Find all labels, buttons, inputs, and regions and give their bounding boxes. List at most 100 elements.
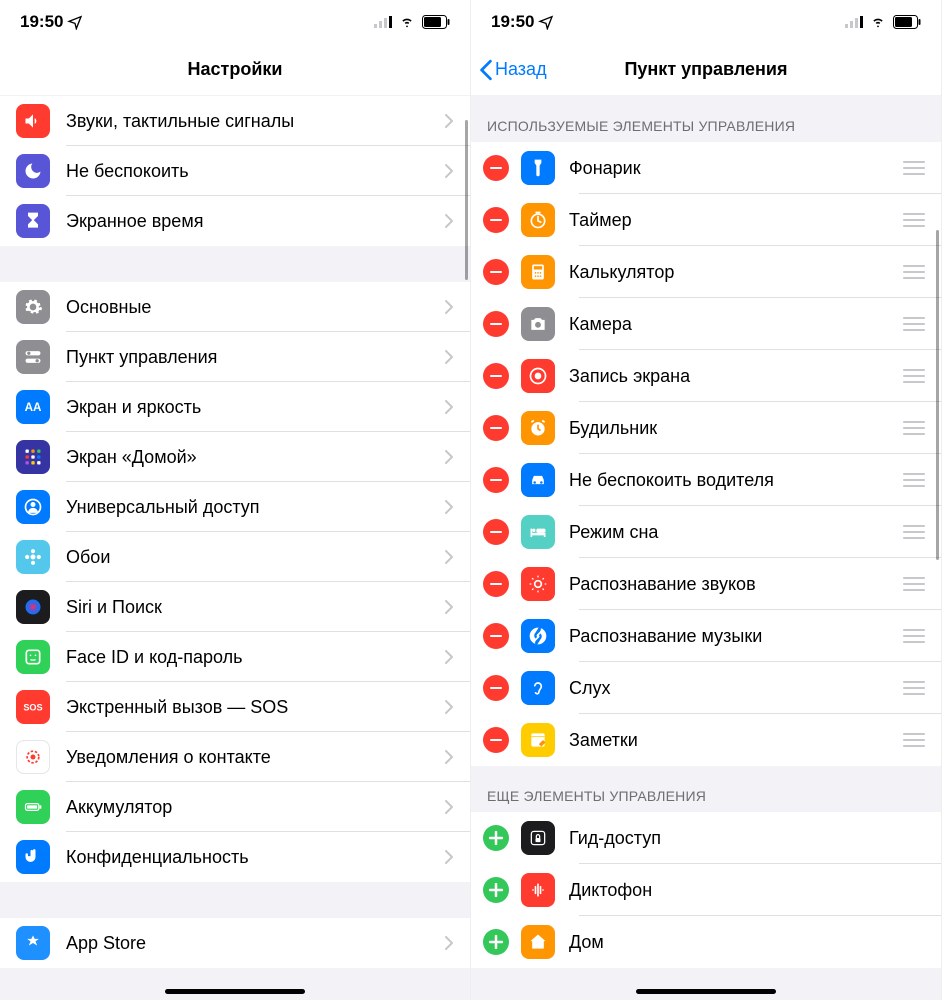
add-button[interactable] xyxy=(483,877,509,903)
settings-row-sos[interactable]: SOSЭкстренный вызов — SOS xyxy=(0,682,470,732)
remove-button[interactable] xyxy=(483,623,509,649)
settings-row-accessibility[interactable]: Универсальный доступ xyxy=(0,482,470,532)
row-label: Распознавание звуков xyxy=(569,574,901,595)
chevron-right-icon xyxy=(444,113,454,129)
location-icon xyxy=(67,14,83,30)
back-button[interactable]: Назад xyxy=(479,59,547,81)
settings-row-controlcenter[interactable]: Пункт управления xyxy=(0,332,470,382)
switches-icon xyxy=(16,340,50,374)
cc-row-alarm: Будильник xyxy=(471,402,941,454)
cc-row-screenrecord: Запись экрана xyxy=(471,350,941,402)
drag-handle[interactable] xyxy=(901,161,925,175)
row-label: Калькулятор xyxy=(569,262,901,283)
person-icon xyxy=(16,490,50,524)
flashlight-icon xyxy=(521,151,555,185)
chevron-right-icon xyxy=(444,399,454,415)
cc-row-home: Дом xyxy=(471,916,941,968)
chevron-right-icon xyxy=(444,299,454,315)
home-indicator[interactable] xyxy=(165,989,305,994)
scroll-thumb[interactable] xyxy=(465,120,468,280)
chevron-right-icon xyxy=(444,549,454,565)
drag-handle[interactable] xyxy=(901,681,925,695)
scroll-thumb[interactable] xyxy=(936,230,939,560)
remove-button[interactable] xyxy=(483,155,509,181)
drag-handle[interactable] xyxy=(901,421,925,435)
drag-handle[interactable] xyxy=(901,629,925,643)
grid-icon xyxy=(16,440,50,474)
row-label: Режим сна xyxy=(569,522,901,543)
settings-row-battery[interactable]: Аккумулятор xyxy=(0,782,470,832)
row-label: Запись экрана xyxy=(569,366,901,387)
face-icon xyxy=(16,640,50,674)
drag-handle[interactable] xyxy=(901,265,925,279)
row-label: Экран и яркость xyxy=(66,397,444,418)
settings-group-1: Звуки, тактильные сигналыНе беспокоитьЭк… xyxy=(0,96,470,246)
remove-button[interactable] xyxy=(483,519,509,545)
notes-icon xyxy=(521,723,555,757)
settings-row-privacy[interactable]: Конфиденциальность xyxy=(0,832,470,882)
record-icon xyxy=(521,359,555,393)
home-icon xyxy=(521,925,555,959)
remove-button[interactable] xyxy=(483,727,509,753)
settings-row-siri[interactable]: Siri и Поиск xyxy=(0,582,470,632)
row-label: Основные xyxy=(66,297,444,318)
settings-row-display[interactable]: AA Экран и яркость xyxy=(0,382,470,432)
settings-row-homescreen[interactable]: Экран «Домой» xyxy=(0,432,470,482)
remove-button[interactable] xyxy=(483,675,509,701)
remove-button[interactable] xyxy=(483,467,509,493)
settings-row-screentime[interactable]: Экранное время xyxy=(0,196,470,246)
battery-icon xyxy=(16,790,50,824)
settings-row-wallpaper[interactable]: Обои xyxy=(0,532,470,582)
remove-button[interactable] xyxy=(483,571,509,597)
add-button[interactable] xyxy=(483,825,509,851)
settings-row-appstore[interactable]: App Store xyxy=(0,918,470,968)
remove-button[interactable] xyxy=(483,311,509,337)
chevron-right-icon xyxy=(444,799,454,815)
exposure-icon xyxy=(16,740,50,774)
drag-handle[interactable] xyxy=(901,525,925,539)
row-label: Распознавание музыки xyxy=(569,626,901,647)
ear-icon xyxy=(521,671,555,705)
settings-row-exposure[interactable]: Уведомления о контакте xyxy=(0,732,470,782)
drag-handle[interactable] xyxy=(901,733,925,747)
drag-handle[interactable] xyxy=(901,369,925,383)
status-bar: 19:50 xyxy=(0,0,470,44)
row-label: App Store xyxy=(66,933,444,954)
row-label: Универсальный доступ xyxy=(66,497,444,518)
cc-row-notes: Заметки xyxy=(471,714,941,766)
chevron-right-icon xyxy=(444,213,454,229)
home-indicator[interactable] xyxy=(636,989,776,994)
more-list: Гид-доступДиктофонДом xyxy=(471,812,941,968)
remove-button[interactable] xyxy=(483,207,509,233)
settings-row-dnd[interactable]: Не беспокоить xyxy=(0,146,470,196)
status-time: 19:50 xyxy=(20,12,63,32)
row-label: Камера xyxy=(569,314,901,335)
settings-row-sounds[interactable]: Звуки, тактильные сигналы xyxy=(0,96,470,146)
cc-row-musicrec: Распознавание музыки xyxy=(471,610,941,662)
cc-row-flashlight: Фонарик xyxy=(471,142,941,194)
drag-handle[interactable] xyxy=(901,473,925,487)
remove-button[interactable] xyxy=(483,363,509,389)
row-label: Обои xyxy=(66,547,444,568)
drag-handle[interactable] xyxy=(901,213,925,227)
chevron-right-icon xyxy=(444,935,454,951)
status-time: 19:50 xyxy=(491,12,534,32)
chevron-right-icon xyxy=(444,749,454,765)
lock-icon xyxy=(521,821,555,855)
drag-handle[interactable] xyxy=(901,577,925,591)
row-label: Таймер xyxy=(569,210,901,231)
svg-text:AA: AA xyxy=(25,401,42,414)
speaker-icon xyxy=(16,104,50,138)
svg-text:SOS: SOS xyxy=(23,702,42,712)
drag-handle[interactable] xyxy=(901,317,925,331)
remove-button[interactable] xyxy=(483,259,509,285)
status-bar: 19:50 xyxy=(471,0,941,44)
row-label: Фонарик xyxy=(569,158,901,179)
section-header-more: ЕЩЕ ЭЛЕМЕНТЫ УПРАВЛЕНИЯ xyxy=(471,766,941,812)
settings-row-faceid[interactable]: Face ID и код-пароль xyxy=(0,632,470,682)
nav-bar: Настройки xyxy=(0,44,470,96)
add-button[interactable] xyxy=(483,929,509,955)
settings-row-general[interactable]: Основные xyxy=(0,282,470,332)
remove-button[interactable] xyxy=(483,415,509,441)
row-label: Уведомления о контакте xyxy=(66,747,444,768)
